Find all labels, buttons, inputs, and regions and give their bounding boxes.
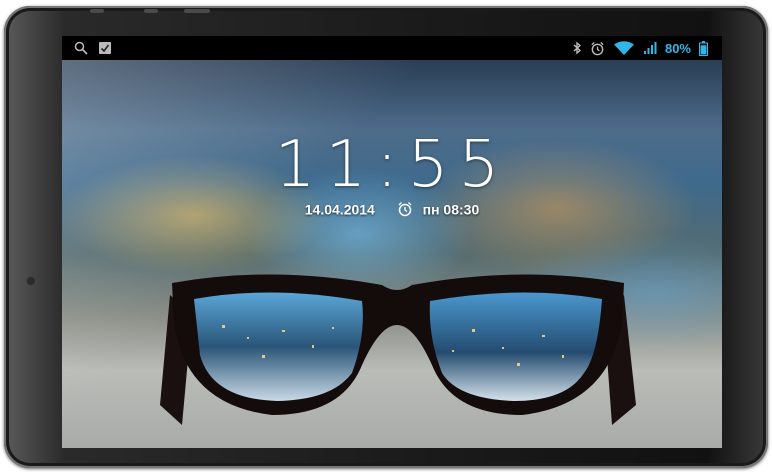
- clock-time: 11:55: [274, 128, 510, 202]
- screen[interactable]: 80% 11:55 14.04.2014 пн 08:30: [62, 36, 722, 448]
- battery-icon: [699, 40, 708, 56]
- hardware-button[interactable]: [144, 9, 158, 13]
- front-sensor: [26, 276, 36, 286]
- status-bar[interactable]: 80%: [62, 36, 722, 60]
- date-text: 14.04.2014: [304, 201, 375, 218]
- signal-icon: [643, 42, 657, 54]
- bluetooth-icon: [573, 41, 582, 55]
- lock-screen-wallpaper: 11:55 14.04.2014 пн 08:30: [62, 60, 722, 448]
- checkbox-icon: [99, 42, 111, 54]
- next-alarm-text: пн 08:30: [422, 201, 480, 218]
- date-alarm-line: 14.04.2014 пн 08:30: [62, 200, 722, 217]
- hardware-button[interactable]: [90, 9, 104, 13]
- alarm-icon: [591, 41, 604, 55]
- search-icon: [74, 41, 88, 55]
- hardware-button[interactable]: [184, 9, 210, 13]
- alarm-clock-icon: [398, 202, 412, 217]
- wifi-icon: [613, 41, 634, 55]
- battery-percent: 80%: [664, 40, 691, 56]
- eyeglasses-illustration: [160, 274, 636, 425]
